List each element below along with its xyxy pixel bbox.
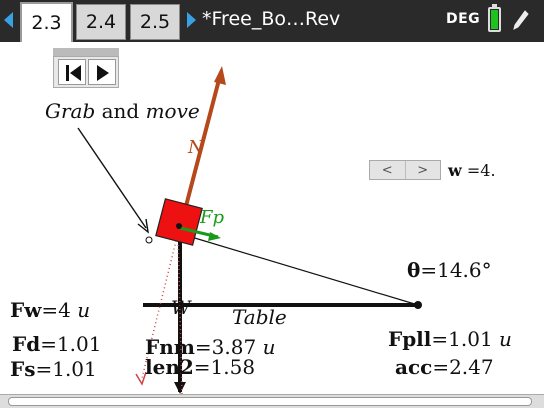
acc-readout: acc=2.47 — [395, 355, 494, 379]
fd-readout: Fd=1.01 — [12, 332, 102, 356]
fs-readout: Fs=1.01 — [10, 357, 97, 381]
tab-2-4[interactable]: 2.4 — [76, 4, 126, 40]
horizontal-scrollbar[interactable] — [0, 394, 544, 408]
tab-2-5[interactable]: 2.5 — [130, 4, 180, 40]
weight-slider: < > — [369, 160, 441, 180]
next-page-arrow-icon[interactable] — [187, 12, 196, 28]
battery-level — [491, 10, 498, 29]
increase-button[interactable]: > — [406, 161, 441, 179]
applied-force-arrowhead — [208, 232, 221, 241]
pencil-icon — [513, 10, 529, 30]
angle-readout: θ=14.6° — [407, 258, 492, 282]
fpll-readout: Fpll=1.01 u — [388, 327, 512, 351]
tab-label: 2.5 — [139, 11, 171, 33]
table-label: Table — [232, 305, 287, 329]
applied-force-label: Fp — [200, 207, 225, 228]
pointer-line — [77, 127, 147, 229]
weight-arrowhead — [174, 382, 186, 394]
pointer-arrowhead — [137, 218, 149, 234]
chevron-right-icon: > — [417, 162, 429, 178]
incline-line — [177, 232, 419, 306]
chevron-left-icon: < — [381, 162, 393, 178]
len2-readout: len2=1.58 — [145, 355, 256, 379]
tab-label: 2.3 — [31, 12, 62, 34]
document-title: *Free_Bo…Rev — [202, 8, 341, 30]
normal-force-label: N — [188, 137, 204, 158]
tab-2-3[interactable]: 2.3 — [20, 2, 73, 42]
previous-page-arrow-icon[interactable] — [4, 12, 13, 28]
block-center-point[interactable] — [176, 223, 182, 229]
angle-mode-indicator: DEG — [446, 11, 481, 27]
weight-label: W — [171, 297, 191, 319]
slider-readout: w =4. — [448, 161, 496, 180]
fw-readout: Fw=4 u — [10, 298, 91, 322]
grab-point[interactable] — [145, 236, 153, 244]
decrease-button[interactable]: < — [370, 161, 406, 179]
top-bar: 2.3 2.4 2.5 *Free_Bo…Rev DEG — [0, 0, 544, 42]
normal-force-arrowhead — [214, 66, 226, 85]
tab-label: 2.4 — [85, 11, 117, 33]
battery-icon — [488, 4, 501, 32]
grab-instruction: Grab and move — [45, 99, 200, 123]
scrollbar-thumb[interactable] — [8, 397, 532, 406]
